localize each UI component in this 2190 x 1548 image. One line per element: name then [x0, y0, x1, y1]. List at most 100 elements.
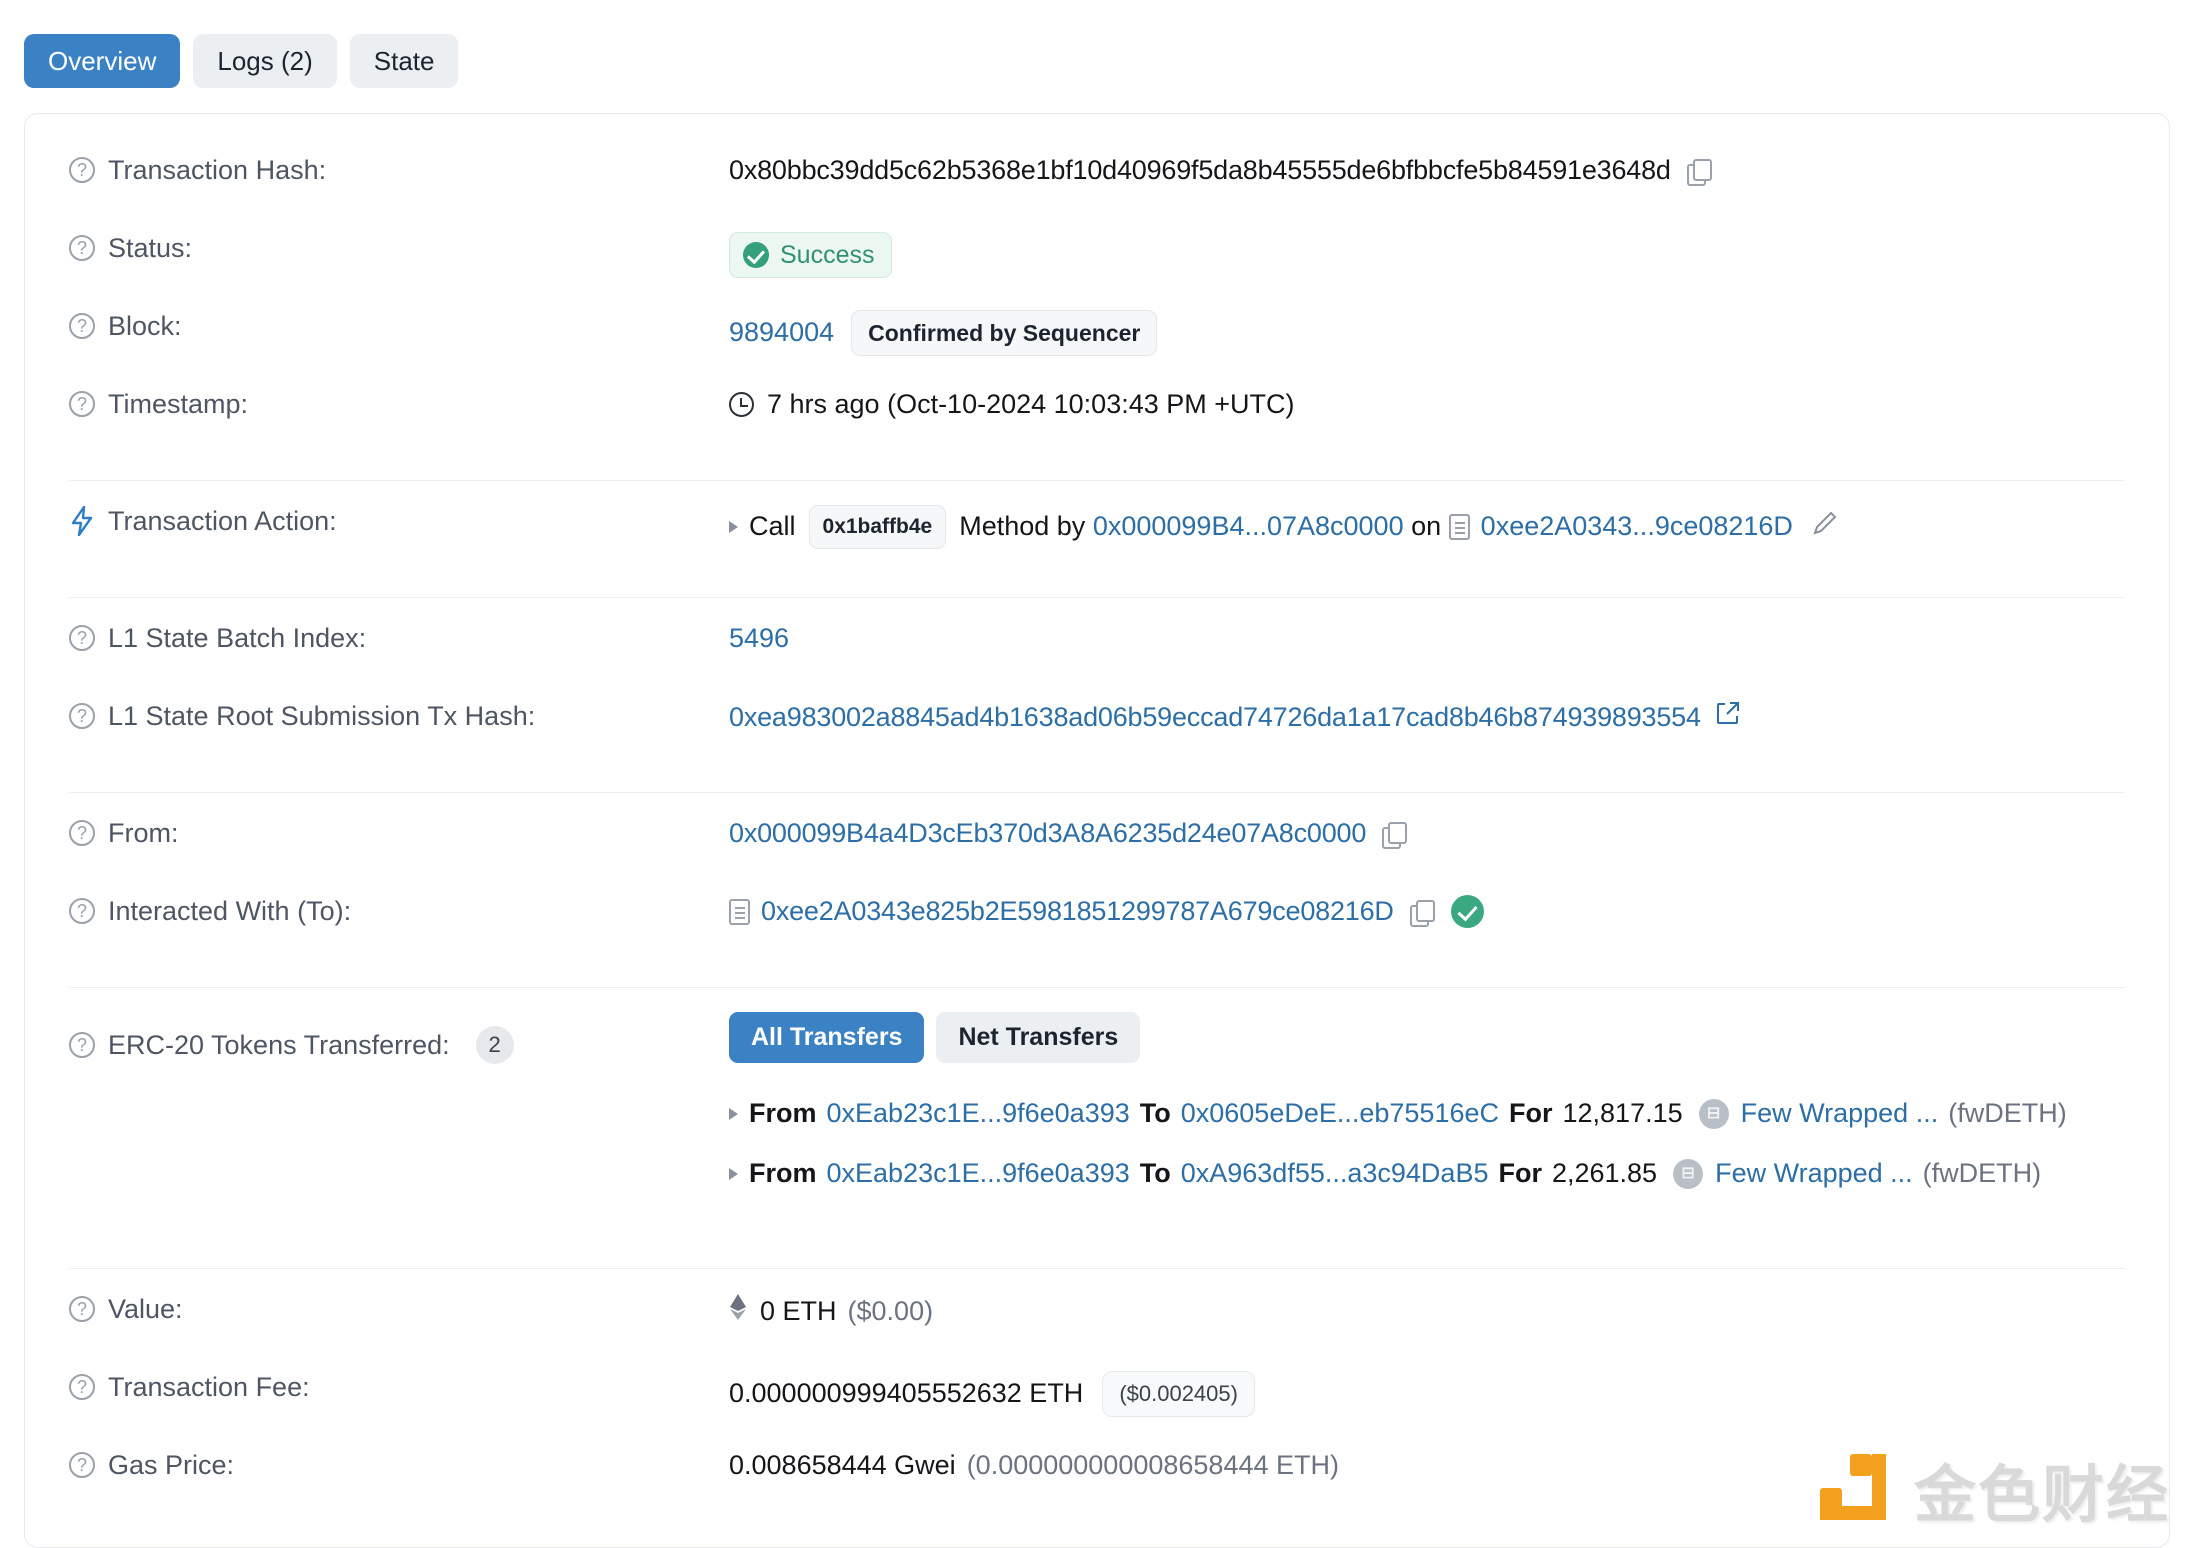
action-contract-link[interactable]: 0xee2A0343...9ce08216D: [1481, 510, 1793, 544]
action-actor-link[interactable]: 0x000099B4...07A8c0000: [1093, 510, 1404, 544]
net-transfers-button[interactable]: Net Transfers: [936, 1012, 1141, 1063]
help-icon[interactable]: ?: [69, 157, 95, 184]
row-transaction-fee: ? Transaction Fee: 0.000000999405552632 …: [25, 1367, 2169, 1445]
help-icon[interactable]: ?: [69, 1374, 95, 1401]
help-icon[interactable]: ?: [69, 235, 95, 262]
transfer-token-link[interactable]: Few Wrapped ...: [1741, 1097, 1939, 1131]
help-icon[interactable]: ?: [69, 313, 95, 340]
tab-overview[interactable]: Overview: [24, 33, 181, 88]
help-icon[interactable]: ?: [69, 1296, 95, 1323]
label-l1-state-root-tx-hash: L1 State Root Submission Tx Hash:: [108, 701, 536, 731]
tabbar: Overview Logs (2) State: [0, 0, 2190, 92]
block-confirmation-badge: Confirmed by Sequencer: [851, 310, 1158, 357]
transfer-row: From 0xEab23c1E...9f6e0a393 To 0xA963df5…: [729, 1157, 2051, 1191]
all-transfers-button[interactable]: All Transfers: [729, 1012, 925, 1063]
watermark-text: 金色财经: [1913, 1458, 2170, 1531]
label-interacted-with: Interacted With (To):: [108, 896, 352, 926]
transfer-from-link[interactable]: 0xEab23c1E...9f6e0a393: [827, 1097, 1130, 1131]
label-status: Status:: [108, 233, 193, 263]
clock-icon: [729, 392, 754, 418]
help-icon[interactable]: ?: [69, 1452, 95, 1479]
label-transaction-hash-wrap: ? Transaction Hash:: [69, 150, 729, 186]
label-status-wrap: ? Status:: [69, 228, 729, 264]
transfer-amount: 12,817.15: [1562, 1098, 1683, 1128]
status-badge: Success: [729, 232, 893, 278]
lightning-bolt-icon: [69, 505, 95, 537]
label-transaction-hash: Transaction Hash:: [108, 155, 327, 185]
help-icon[interactable]: ?: [69, 391, 95, 418]
value-amount: 0 ETH: [760, 1295, 837, 1326]
help-icon[interactable]: ?: [69, 625, 95, 652]
row-block: ? Block: 9894004 Confirmed by Sequencer: [25, 306, 2169, 384]
row-l1-state-batch-index: ? L1 State Batch Index: 5496: [25, 618, 2169, 696]
copy-icon[interactable]: [1686, 158, 1712, 186]
contract-doc-icon: [729, 898, 750, 925]
transaction-fee-fiat-badge: ($0.002405): [1102, 1371, 1255, 1418]
value-erc20-wrap: All Transfers Net Transfers From 0xEab23…: [729, 1008, 2125, 1191]
expand-caret-icon[interactable]: [729, 521, 738, 534]
tab-state[interactable]: State: [349, 33, 459, 88]
transfer-to-link[interactable]: 0x0605eDeE...eb75516eC: [1181, 1097, 1499, 1131]
label-from-wrap: ? From:: [69, 813, 729, 849]
transfer-from-word: From: [749, 1157, 817, 1188]
transaction-details-page: Overview Logs (2) State ? Transaction Ha…: [0, 0, 2190, 1548]
expand-caret-icon[interactable]: [729, 1107, 738, 1120]
gas-price-in-eth: (0.000000000008658444 ETH): [966, 1450, 1339, 1480]
row-transaction-hash: ? Transaction Hash: 0x80bbc39dd5c62b5368…: [25, 150, 2169, 228]
action-call-word: Call: [749, 511, 796, 542]
transfer-to-link[interactable]: 0xA963df55...a3c94DaB5: [1181, 1157, 1489, 1191]
row-interacted-with: ? Interacted With (To): 0xee2A0343e825b2…: [25, 891, 2169, 969]
tab-logs[interactable]: Logs (2): [193, 33, 337, 88]
transaction-hash-value: 0x80bbc39dd5c62b5368e1bf10d40969f5da8b45…: [729, 155, 1671, 185]
transfer-token-symbol: (fwDETH): [1922, 1157, 2042, 1188]
help-icon[interactable]: ?: [69, 1032, 95, 1058]
label-erc20-wrap: ? ERC-20 Tokens Transferred: 2: [69, 1008, 729, 1064]
transfer-token-symbol: (fwDETH): [1948, 1098, 2067, 1128]
divider: [69, 792, 2125, 793]
expand-caret-icon[interactable]: [729, 1167, 738, 1180]
copy-icon[interactable]: [1409, 899, 1435, 927]
value-fiat: ($0.00): [847, 1295, 934, 1326]
label-value: Value:: [108, 1294, 183, 1324]
to-address-link[interactable]: 0xee2A0343e825b2E5981851299787A679ce0821…: [761, 895, 1394, 929]
label-transaction-action: Transaction Action:: [108, 506, 337, 536]
value-l1-root-wrap: 0xea983002a8845ad4b1638ad06b59eccad74726…: [729, 696, 2125, 735]
gas-price-amount: 0.008658444 Gwei: [729, 1450, 956, 1480]
l1-state-root-tx-hash-link[interactable]: 0xea983002a8845ad4b1638ad06b59eccad74726…: [729, 701, 1701, 735]
label-erc20-transfers: ERC-20 Tokens Transferred:: [108, 1029, 450, 1060]
label-value-wrap: ? Value:: [69, 1289, 729, 1325]
label-block-wrap: ? Block:: [69, 306, 729, 342]
divider: [69, 597, 2125, 598]
label-fee-wrap: ? Transaction Fee:: [69, 1367, 729, 1403]
transfer-from-word: From: [749, 1098, 817, 1128]
verified-contract-icon: [1450, 895, 1484, 929]
row-l1-state-root-tx-hash: ? L1 State Root Submission Tx Hash: 0xea…: [25, 696, 2169, 774]
label-timestamp: Timestamp:: [108, 389, 249, 419]
from-address-link[interactable]: 0x000099B4a4D3cEb370d3A8A6235d24e07A8c00…: [729, 817, 1366, 851]
row-timestamp: ? Timestamp: 7 hrs ago (Oct-10-2024 10:0…: [25, 384, 2169, 462]
value-block-wrap: 9894004 Confirmed by Sequencer: [729, 306, 2125, 357]
copy-icon[interactable]: [1382, 821, 1408, 849]
help-icon[interactable]: ?: [69, 820, 95, 847]
label-block: Block:: [108, 311, 182, 341]
label-l1-batch-wrap: ? L1 State Batch Index:: [69, 618, 729, 654]
help-icon[interactable]: ?: [69, 898, 95, 925]
transfer-row: From 0xEab23c1E...9f6e0a393 To 0x0605eDe…: [729, 1097, 2077, 1131]
overview-card: ? Transaction Hash: 0x80bbc39dd5c62b5368…: [24, 113, 2170, 1548]
transfer-token-link[interactable]: Few Wrapped ...: [1715, 1157, 1913, 1191]
value-transaction-hash-wrap: 0x80bbc39dd5c62b5368e1bf10d40969f5da8b45…: [729, 150, 2125, 188]
value-l1-batch-wrap: 5496: [729, 618, 2125, 656]
row-transaction-action: Transaction Action: Call 0x1baffb4e Meth…: [25, 501, 2169, 579]
edit-pencil-icon[interactable]: [1811, 509, 1839, 546]
block-number-link[interactable]: 9894004: [729, 316, 834, 350]
transfer-from-link[interactable]: 0xEab23c1E...9f6e0a393: [827, 1157, 1130, 1191]
external-link-icon[interactable]: [1715, 700, 1741, 735]
value-status-wrap: Success: [729, 228, 2125, 278]
divider: [69, 480, 2125, 481]
help-icon[interactable]: ?: [69, 703, 95, 730]
value-fee-wrap: 0.000000999405552632 ETH ($0.002405): [729, 1367, 2125, 1418]
row-value: ? Value: 0 ETH ($0.00): [25, 1289, 2169, 1367]
token-icon: ⊟: [1673, 1158, 1704, 1189]
value-interacted-wrap: 0xee2A0343e825b2E5981851299787A679ce0821…: [729, 891, 2125, 929]
l1-state-batch-index-link[interactable]: 5496: [729, 622, 789, 656]
